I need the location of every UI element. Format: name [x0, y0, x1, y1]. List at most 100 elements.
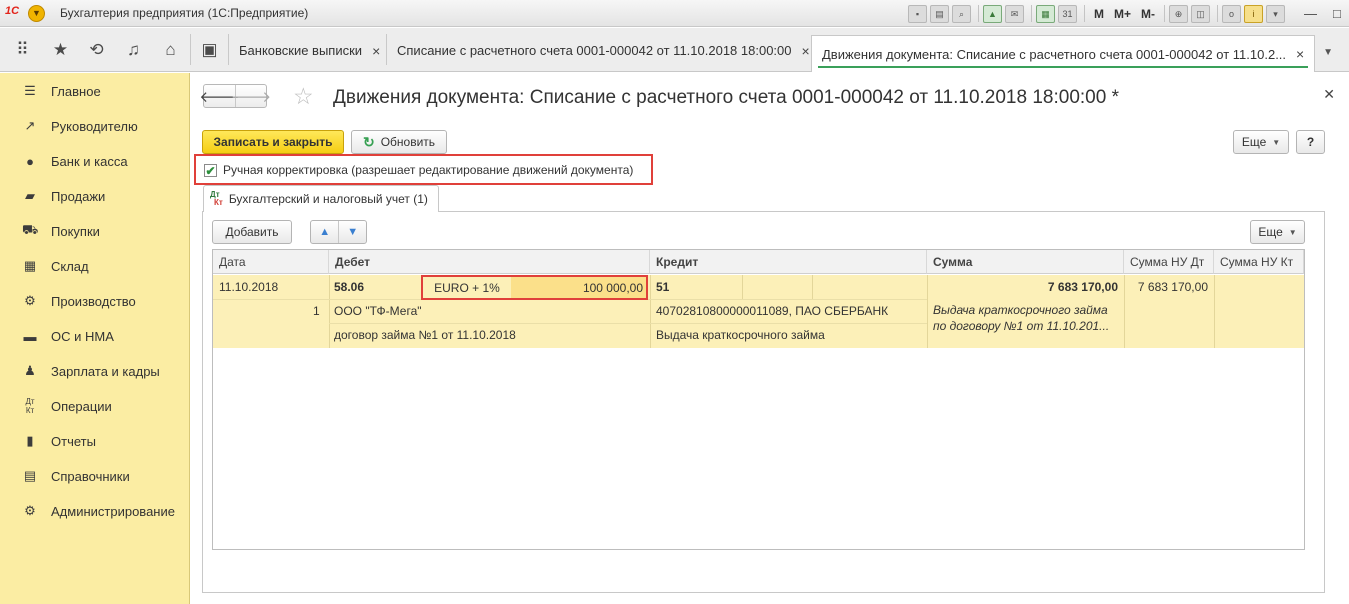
column-header-sum-nu-dt[interactable]: Сумма НУ Дт	[1124, 250, 1214, 274]
forward-arrow-icon[interactable]: 🡒	[231, 85, 271, 107]
cell-sum[interactable]: 7 683 170,00	[927, 275, 1118, 299]
sidebar-item-purchases[interactable]: ⛟ Покупки	[0, 217, 190, 245]
sidebar-item-manager[interactable]: ↗ Руководителю	[0, 112, 190, 140]
menu-icon: ☰	[24, 83, 36, 98]
sidebar-item-sales[interactable]: ▰ Продажи	[0, 182, 190, 210]
sidebar-item-label: Руководителю	[51, 118, 138, 134]
manual-correction-checkbox[interactable]: ✔	[204, 164, 217, 178]
upload-icon[interactable]: ▲	[983, 4, 1002, 23]
1c-logo-icon: 1С	[5, 5, 20, 17]
help-button[interactable]: ?	[1296, 130, 1325, 154]
column-header-sum[interactable]: Сумма	[927, 250, 1124, 274]
sidebar-item-label: Главное	[51, 83, 101, 99]
sidebar-item-bank[interactable]: ● Банк и касса	[0, 147, 190, 175]
dtkt-icon: Дт Кт	[210, 190, 223, 207]
currency-amount-highlight: EURO + 1% 100 000,00	[421, 275, 648, 300]
cell-content-line-1[interactable]: Выдача краткосрочного займа	[933, 302, 1108, 318]
sidebar-item-fixed-assets[interactable]: ▬ ОС и НМА	[0, 322, 190, 350]
chevron-down-icon: ▼	[1288, 227, 1297, 237]
cell-debit-account[interactable]: 58.06	[334, 275, 364, 299]
panels-icon[interactable]: ◫	[1191, 4, 1211, 23]
close-tab-icon[interactable]: ×	[802, 43, 810, 59]
refresh-button[interactable]: ↻ Обновить	[351, 130, 447, 154]
memory-button[interactable]: M	[1094, 7, 1104, 21]
cell-sum-nu-dt[interactable]: 7 683 170,00	[1124, 275, 1208, 299]
refresh-label: Обновить	[380, 135, 436, 149]
apps-grid-icon[interactable]: ⠿	[4, 28, 41, 71]
move-buttons: ▲ ▼	[310, 220, 367, 244]
memory-plus-button[interactable]: M+	[1114, 7, 1131, 21]
calculator-icon[interactable]: ▦	[1036, 4, 1055, 23]
move-up-icon[interactable]: ▲	[311, 221, 338, 243]
sidebar-item-label: Производство	[51, 293, 136, 309]
minimize-button[interactable]: —	[1304, 6, 1317, 21]
sidebar-item-catalogs[interactable]: ▤ Справочники	[0, 462, 190, 490]
preview-icon[interactable]: ⌕	[952, 4, 971, 23]
zoom-icon[interactable]: ⊕	[1169, 4, 1189, 23]
chart-icon: ▮	[26, 433, 34, 448]
info-icon[interactable]: i	[1244, 4, 1264, 23]
cell-credit-subconto-2[interactable]: Выдача краткосрочного займа	[656, 323, 825, 347]
cell-debit-currency[interactable]: EURO + 1%	[423, 277, 511, 298]
table-row[interactable]: 11.10.2018 1 58.06 ООО "ТФ-Мега" договор…	[213, 275, 1304, 348]
column-header-date[interactable]: Дата	[213, 250, 329, 274]
cell-debit-subconto-2[interactable]: договор займа №1 от 11.10.2018	[334, 323, 516, 347]
dropdown-icon[interactable]: ▾	[1266, 4, 1286, 23]
save-icon[interactable]: ▪	[908, 4, 927, 23]
sidebar-item-administration[interactable]: ⚙ Администрирование	[0, 497, 190, 525]
column-header-credit[interactable]: Кредит	[650, 250, 927, 274]
tabs-dropdown-icon[interactable]: ▼	[1323, 47, 1333, 58]
tab-document-movements[interactable]: Движения документа: Списание с расчетног…	[811, 35, 1316, 72]
manual-correction-label[interactable]: Ручная корректировка (разрешает редактир…	[223, 163, 633, 177]
save-and-close-button[interactable]: Записать и закрыть	[202, 130, 344, 154]
discussions-icon[interactable]: ▣	[191, 28, 228, 71]
refresh-icon: ↻	[362, 133, 375, 150]
sidebar-item-production[interactable]: ⚙ Производство	[0, 287, 190, 315]
system-toolbar: ▪ ▤ ⌕ ▲ ✉ ▦ 31 M M+ M- ⊕ ◫ o i ▾ — □ ✕	[908, 4, 1349, 23]
toolbar-separator	[1084, 5, 1085, 22]
page-title: Движения документа: Списание с расчетног…	[333, 87, 1119, 108]
favorites-icon[interactable]: ★	[42, 28, 79, 71]
maximize-button[interactable]: □	[1333, 6, 1341, 21]
cell-content-line-2[interactable]: по договору №1 от 11.10.201...	[933, 318, 1109, 334]
tab-bank-statements[interactable]: Банковские выписки ×	[229, 35, 390, 66]
cell-debit-subconto-1[interactable]: ООО "ТФ-Мега"	[334, 299, 422, 323]
sidebar-item-label: Администрирование	[51, 503, 175, 519]
memory-minus-button[interactable]: M-	[1141, 7, 1155, 21]
print-icon[interactable]: ▤	[930, 4, 949, 23]
home-icon[interactable]: ⌂	[152, 28, 189, 71]
move-down-icon[interactable]: ▼	[338, 221, 366, 243]
sidebar-item-operations[interactable]: Дт Кт Операции	[0, 392, 190, 420]
column-header-debit[interactable]: Дебет	[329, 250, 650, 274]
cell-credit-subconto-1[interactable]: 40702810800000011089, ПАО СБЕРБАНК	[656, 299, 888, 323]
cell-credit-account[interactable]: 51	[656, 275, 669, 299]
toolbar-separator	[1164, 5, 1166, 22]
cell-date[interactable]: 11.10.2018	[219, 275, 278, 299]
notifications-icon[interactable]: ♫	[115, 28, 152, 71]
calendar-icon[interactable]: 31	[1058, 4, 1077, 23]
tab-label: Списание с расчетного счета 0001-000042 …	[397, 43, 792, 58]
tab-accounting-tax[interactable]: Дт Кт Бухгалтерский и налоговый учет (1)	[203, 185, 439, 212]
sidebar-item-main[interactable]: ☰ Главное	[0, 77, 190, 105]
favorite-star-icon[interactable]: ☆	[293, 84, 314, 108]
cell-debit-currency-amount[interactable]: 100 000,00	[511, 277, 646, 298]
more-button[interactable]: Еще ▼	[1233, 130, 1289, 154]
tab-writeoff[interactable]: Списание с расчетного счета 0001-000042 …	[387, 35, 820, 66]
user-icon[interactable]: o	[1222, 4, 1242, 23]
sidebar: ☰ Главное ↗ Руководителю ● Банк и касса …	[0, 73, 190, 604]
close-tab-icon[interactable]: ×	[372, 43, 380, 59]
chevron-down-icon: ▼	[1272, 137, 1281, 147]
sidebar-item-reports[interactable]: ▮ Отчеты	[0, 427, 190, 455]
close-tab-icon[interactable]: ×	[1296, 46, 1304, 62]
sidebar-item-salary[interactable]: ♟ Зарплата и кадры	[0, 357, 190, 385]
history-icon[interactable]: ⟲	[78, 28, 115, 71]
close-form-icon[interactable]: ✕	[1323, 86, 1335, 103]
more-button-grid[interactable]: Еще ▼	[1250, 220, 1305, 244]
title-bar: 1С ▼ Бухгалтерия предприятия (1С:Предпри…	[0, 0, 1349, 27]
sidebar-item-warehouse[interactable]: ▦ Склад	[0, 252, 190, 280]
mail-icon[interactable]: ✉	[1005, 4, 1024, 23]
tab-label: Движения документа: Списание с расчетног…	[822, 46, 1287, 62]
column-header-sum-nu-kt[interactable]: Сумма НУ Кт	[1214, 250, 1304, 274]
add-button[interactable]: Добавить	[212, 220, 292, 244]
main-menu-button[interactable]: ▼	[28, 5, 45, 22]
